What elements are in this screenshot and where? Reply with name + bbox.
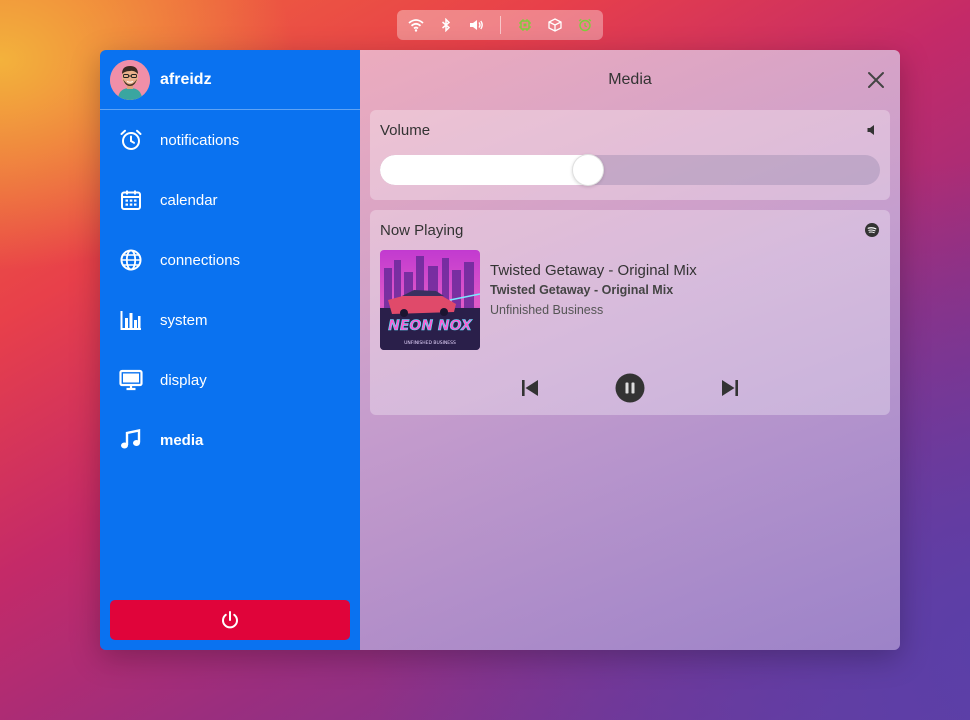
- volume-icon[interactable]: [461, 10, 491, 40]
- now-playing-title: Now Playing: [380, 222, 464, 239]
- media-panel: Media Volume Now Playing NEON NOX UNFINI…: [360, 50, 900, 650]
- wifi-icon[interactable]: [401, 10, 431, 40]
- pause-icon: [615, 373, 645, 403]
- pause-button[interactable]: [615, 373, 645, 403]
- sidebar-item-connections[interactable]: connections: [100, 230, 360, 290]
- username: afreidz: [160, 70, 212, 88]
- tray-divider: [499, 16, 501, 34]
- bluetooth-icon[interactable]: [431, 10, 461, 40]
- skip-next-icon: [720, 378, 740, 398]
- sidebar-item-label: display: [160, 371, 207, 389]
- close-button[interactable]: [864, 68, 888, 92]
- sidebar-item-media[interactable]: media: [100, 410, 360, 470]
- avatar: [110, 59, 150, 100]
- page-title: Media: [608, 71, 652, 88]
- speaker-icon[interactable]: [864, 122, 880, 138]
- sidebar: afreidz notifications calendar connectio…: [100, 50, 360, 650]
- sidebar-item-label: calendar: [160, 191, 218, 209]
- volume-slider-handle[interactable]: [572, 154, 604, 186]
- album-art-title: NEON NOX: [388, 318, 473, 334]
- package-icon[interactable]: [540, 10, 570, 40]
- volume-card: Volume: [370, 110, 890, 200]
- system-tray: [397, 10, 603, 40]
- now-playing-card: Now Playing NEON NOX UNFINISHED BUSINESS…: [370, 210, 890, 415]
- sidebar-item-label: system: [160, 311, 208, 329]
- next-track-button[interactable]: [715, 373, 745, 403]
- power-icon: [220, 610, 240, 630]
- previous-track-button[interactable]: [515, 373, 545, 403]
- sidebar-item-calendar[interactable]: calendar: [100, 170, 360, 230]
- monitor-icon: [118, 367, 144, 393]
- user-profile[interactable]: afreidz: [100, 50, 360, 110]
- track-artist: Unfinished Business: [490, 303, 604, 317]
- track-subtitle: Twisted Getaway - Original Mix: [490, 283, 674, 297]
- sidebar-item-notifications[interactable]: notifications: [100, 110, 360, 170]
- track-title: Twisted Getaway - Original Mix: [490, 262, 697, 279]
- volume-title: Volume: [380, 122, 431, 139]
- close-icon: [867, 71, 885, 89]
- spotify-icon[interactable]: [864, 222, 880, 238]
- sidebar-item-system[interactable]: system: [100, 290, 360, 350]
- globe-icon: [118, 247, 144, 273]
- cpu-icon[interactable]: [510, 10, 540, 40]
- power-button[interactable]: [110, 600, 350, 640]
- bar-chart-icon: [118, 307, 144, 333]
- volume-slider-track[interactable]: [380, 155, 880, 185]
- calendar-icon: [118, 187, 144, 213]
- sidebar-item-label: connections: [160, 251, 241, 269]
- album-art: NEON NOX UNFINISHED BUSINESS: [380, 250, 480, 350]
- control-center-window: afreidz notifications calendar connectio…: [100, 50, 900, 650]
- sidebar-item-label: media: [160, 431, 204, 449]
- skip-previous-icon: [520, 378, 540, 398]
- music-note-icon: [118, 427, 144, 453]
- album-art-caption: UNFINISHED BUSINESS: [404, 340, 456, 346]
- alarm-clock-icon: [118, 127, 144, 153]
- volume-slider-fill: [380, 155, 588, 185]
- sidebar-item-label: notifications: [160, 131, 240, 149]
- sidebar-item-display[interactable]: display: [100, 350, 360, 410]
- alarm-icon[interactable]: [570, 10, 600, 40]
